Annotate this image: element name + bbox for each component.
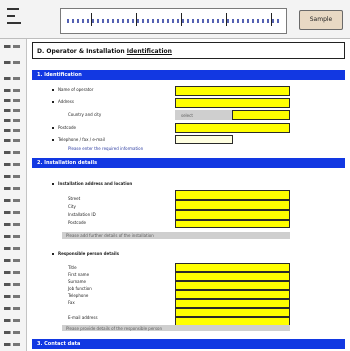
spreadsheet-form: Sample D. Operator & Installation Identi… [0,0,350,351]
field-label: Postcode [68,220,87,225]
field-label: City [68,204,76,209]
field-label: E-mail address [68,315,98,320]
field-label: First name [68,272,90,277]
page-title-underlined: Identification [126,48,172,55]
field-label: Address [58,99,74,104]
installation-id-field[interactable] [175,210,290,220]
select-all-corner[interactable] [4,4,26,32]
toolbar: Sample [0,0,350,39]
row-gutter [0,39,27,351]
job-function-field[interactable] [175,290,290,299]
field-label: Surname [68,279,86,284]
field-label: Postcode [58,125,77,130]
field-label: Job function [68,286,92,291]
field-label: Country and city [68,112,102,117]
helper-text: Please add further details of the instal… [66,233,154,238]
street-field[interactable] [175,190,290,200]
field-label: Installation ID [68,212,96,217]
bullet [52,101,54,103]
postcode-field[interactable] [175,123,290,133]
helper-text: Please enter the required information [68,146,144,151]
postcode-field-2[interactable] [175,220,290,228]
country-hint: select [181,113,193,118]
field-label: Title [68,265,77,270]
group-label: Responsible person details [58,251,119,256]
section-header-contact: 3. Contact data [32,339,345,349]
bullet [52,253,54,255]
field-label: Name of operator [58,87,94,92]
bullet [52,89,54,91]
column-ruler [60,8,287,34]
field-label: Fax [68,300,75,305]
field-label: Telephone / fax / e-mail [58,137,105,142]
field-label: Street [68,196,81,201]
bullet [52,127,54,129]
telephone-field-2[interactable] [175,299,290,308]
sample-button[interactable]: Sample [299,10,343,30]
field-label: Telephone [68,293,89,298]
group-label: Installation address and location [58,181,133,186]
operator-name-field[interactable] [175,86,290,96]
fax-field[interactable] [175,308,290,317]
bullet [52,139,54,141]
title-field[interactable] [175,263,290,272]
ruler-ticks [67,19,279,23]
city-field-2[interactable] [175,200,290,210]
section-header-installation: 2. Installation details [32,158,345,168]
address-field[interactable] [175,98,290,108]
section-header-identification: 1. Identification [32,70,345,80]
city-field[interactable] [232,110,290,120]
page-title: D. Operator & Installation Identificatio… [32,42,345,59]
page-title-prefix: D. Operator & Installation [37,48,125,55]
surname-field[interactable] [175,281,290,290]
first-name-field[interactable] [175,272,290,281]
helper-text: Please provide details of the responsibl… [66,326,163,331]
bullet [52,183,54,185]
helper-row: Please add further details of the instal… [62,232,290,239]
telephone-field[interactable] [175,135,233,144]
helper-row: Please provide details of the responsibl… [62,325,290,331]
